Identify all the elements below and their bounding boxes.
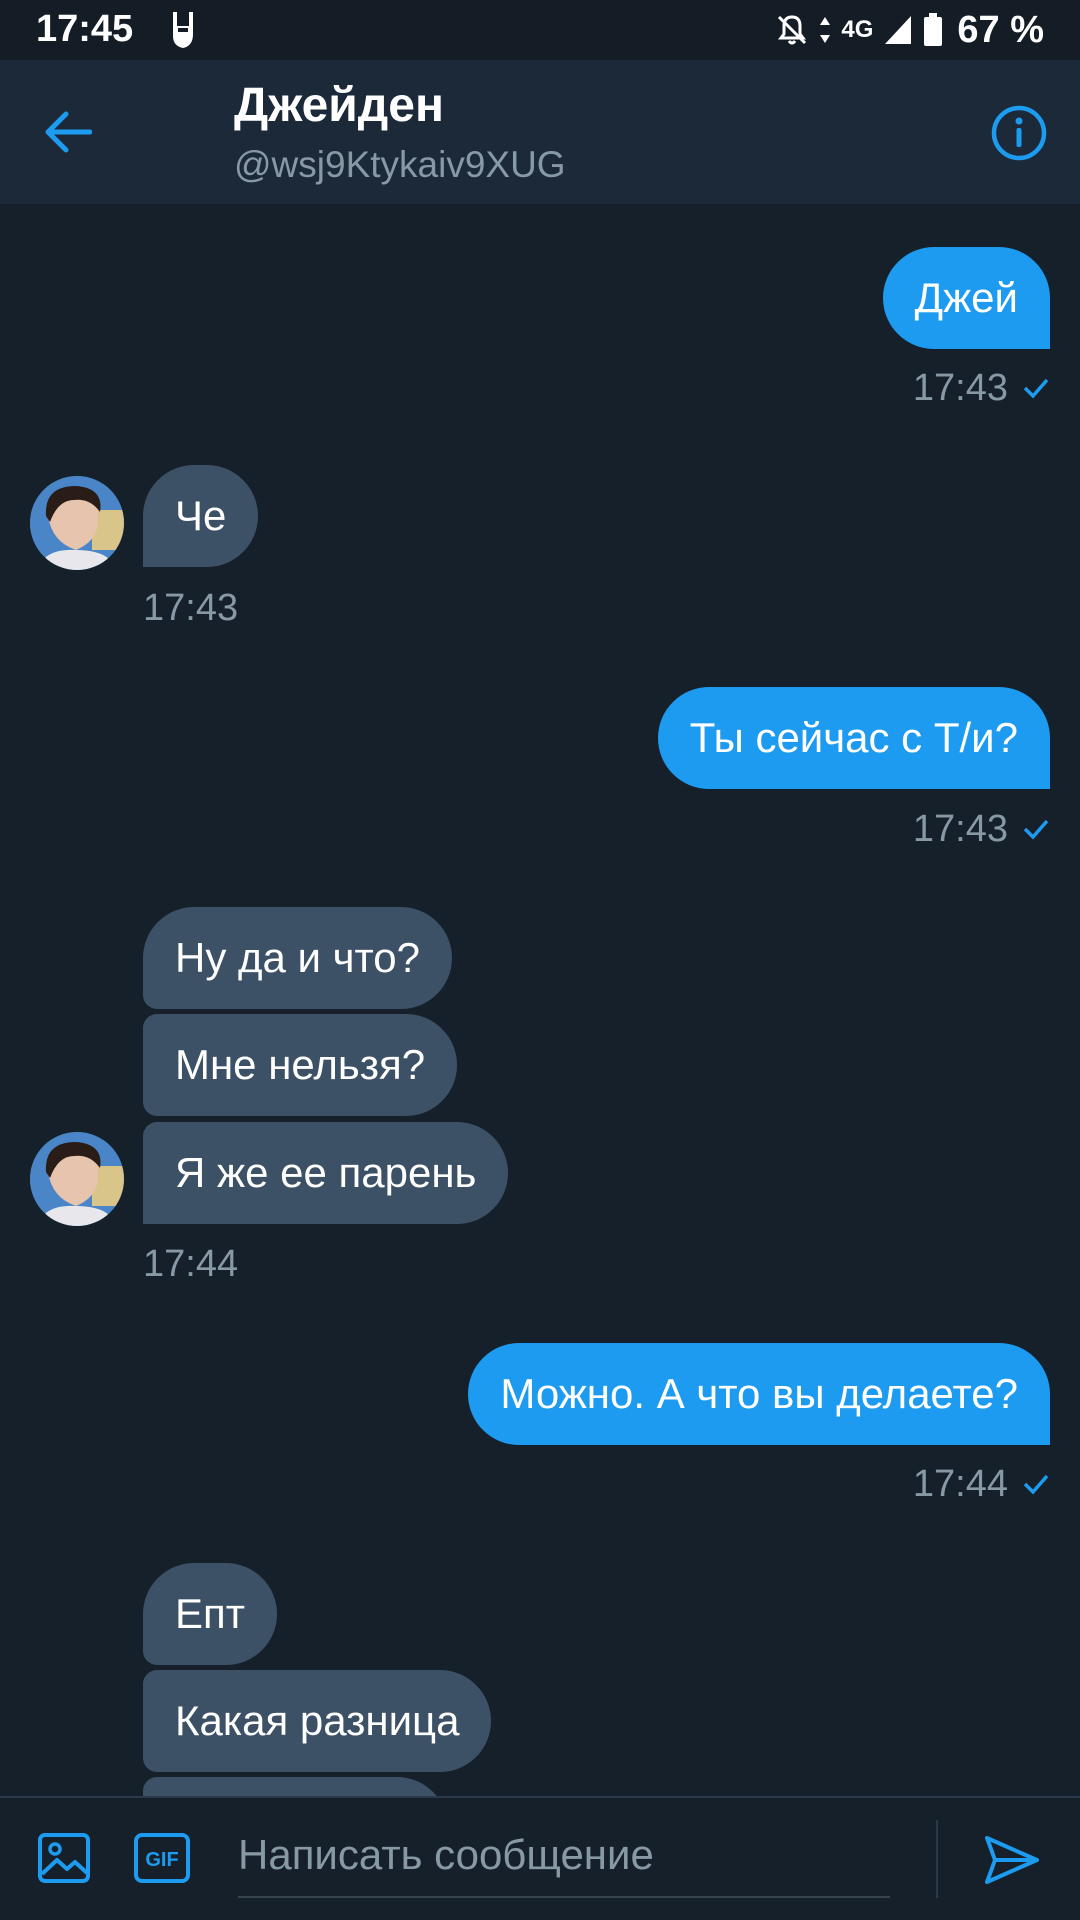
timestamp-text: 17:43 — [912, 807, 1008, 850]
back-button[interactable] — [40, 104, 96, 160]
message-bubble-outgoing[interactable]: Можно. А что вы делаете? — [468, 1343, 1050, 1445]
info-button[interactable] — [988, 102, 1050, 164]
message-bubble-incoming[interactable]: Епт — [143, 1563, 277, 1665]
message-composer: GIF Написать сообщение — [0, 1796, 1080, 1920]
avatar[interactable] — [30, 476, 124, 570]
message-timestamp: 17:44 — [913, 1460, 1050, 1508]
message-bubble-incoming[interactable]: Ну да и что? — [143, 907, 453, 1009]
info-icon — [991, 105, 1047, 161]
message-bubble-outgoing[interactable]: Ты сейчас с Т/и? — [657, 687, 1050, 789]
checkmark-icon — [1023, 819, 1049, 840]
gif-icon: GIF — [134, 1833, 190, 1883]
image-icon — [38, 1833, 90, 1883]
message-bubble-incoming[interactable]: Я же ее парень — [143, 1122, 509, 1224]
status-icons: 4G 67 % — [775, 8, 1044, 52]
battery-icon — [923, 13, 943, 47]
message-bubble-outgoing[interactable]: Джей — [882, 247, 1050, 349]
network-type: 4G — [841, 16, 874, 43]
send-button[interactable] — [980, 1828, 1044, 1892]
rock-hand-icon — [168, 10, 198, 58]
battery-percent: 67 % — [957, 8, 1044, 51]
composer-divider — [936, 1820, 938, 1898]
contact-name[interactable]: Джейден — [234, 78, 444, 133]
status-bar: 17:45 4G 67 % — [0, 0, 1080, 60]
status-time: 17:45 — [36, 8, 134, 50]
avatar[interactable] — [30, 1132, 124, 1226]
timestamp-text: 17:43 — [912, 366, 1008, 409]
send-icon — [985, 1836, 1039, 1884]
timestamp-text: 17:44 — [912, 1462, 1008, 1505]
conversation-header: Джейден @wsj9Ktykaiv9XUG — [0, 60, 1080, 204]
back-arrow-icon — [45, 111, 92, 153]
image-button[interactable] — [34, 1828, 94, 1888]
message-bubble-incoming[interactable]: Мне нельзя? — [143, 1014, 458, 1116]
notifications-off-icon — [775, 13, 809, 47]
message-timestamp: 17:43 — [143, 586, 239, 629]
message-bubble-incoming[interactable]: Че — [143, 465, 259, 567]
signal-icon — [883, 14, 913, 46]
message-timestamp: 17:43 — [913, 805, 1050, 853]
contact-handle[interactable]: @wsj9Ktykaiv9XUG — [234, 144, 566, 186]
message-timestamp: 17:44 — [143, 1242, 239, 1285]
message-timestamp: 17:43 — [913, 364, 1050, 412]
checkmark-icon — [1023, 378, 1049, 399]
data-arrows-icon — [819, 15, 831, 45]
message-input[interactable]: Написать сообщение — [238, 1814, 890, 1898]
svg-text:GIF: GIF — [145, 1849, 178, 1871]
checkmark-icon — [1023, 1474, 1049, 1495]
gif-button[interactable]: GIF — [132, 1828, 192, 1888]
message-bubble-incoming[interactable]: Какая разница — [143, 1670, 492, 1772]
